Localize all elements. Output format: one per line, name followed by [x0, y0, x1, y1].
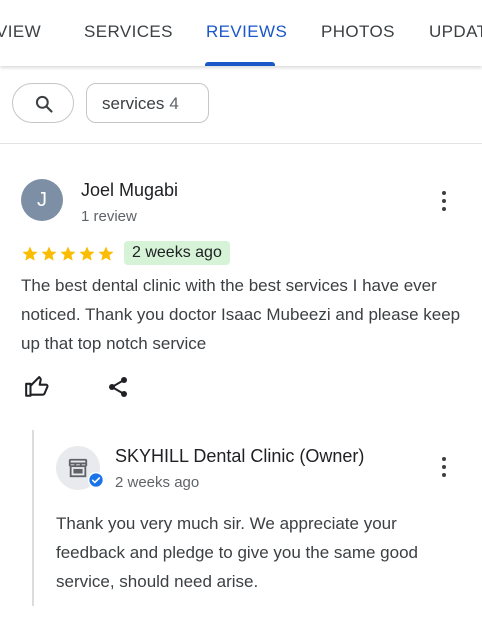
reviewer-name[interactable]: Joel Mugabi	[81, 180, 178, 201]
tab-services[interactable]: SERVICES	[84, 22, 173, 42]
star-icon	[22, 246, 38, 261]
search-icon	[35, 95, 53, 113]
search-reviews-button[interactable]	[12, 83, 74, 123]
reviewer-review-count: 1 review	[81, 208, 137, 225]
thumbs-up-icon[interactable]	[24, 373, 50, 399]
share-icon[interactable]	[106, 375, 130, 399]
review-text: The best dental clinic with the best ser…	[21, 276, 461, 353]
reply-more-options-button[interactable]	[432, 455, 456, 479]
reviews-screen: VIEW SERVICES REVIEWS PHOTOS UPDAT servi…	[0, 0, 482, 626]
star-rating	[21, 245, 115, 263]
tab-reviews[interactable]: REVIEWS	[206, 22, 287, 42]
star-icon	[41, 246, 57, 261]
tab-overview[interactable]: VIEW	[0, 22, 41, 42]
divider	[0, 143, 482, 144]
filter-chip-services[interactable]: services 4	[86, 83, 209, 123]
filter-chip-count: 4	[169, 94, 179, 113]
tab-bar: VIEW SERVICES REVIEWS PHOTOS UPDAT	[0, 0, 482, 66]
tab-updates[interactable]: UPDAT	[429, 22, 482, 42]
filter-chip-label: services 4	[102, 94, 179, 114]
tab-photos[interactable]: PHOTOS	[321, 22, 395, 42]
star-icon	[79, 246, 95, 261]
owner-reply-date: 2 weeks ago	[115, 474, 200, 491]
storefront-icon	[68, 458, 88, 478]
verified-badge-icon	[88, 472, 104, 488]
active-tab-indicator	[205, 62, 275, 66]
reply-thread-line	[32, 430, 34, 606]
reviewer-avatar[interactable]: J	[21, 179, 63, 221]
star-icon	[98, 246, 114, 261]
owner-reply-text: Thank you very much sir. We appreciate y…	[56, 514, 418, 591]
review-more-options-button[interactable]	[432, 189, 456, 213]
star-icon	[60, 246, 76, 261]
review-date-badge: 2 weeks ago	[124, 241, 230, 265]
owner-name: SKYHILL Dental Clinic (Owner)	[115, 446, 365, 466]
filter-chip-text: services	[102, 94, 165, 113]
